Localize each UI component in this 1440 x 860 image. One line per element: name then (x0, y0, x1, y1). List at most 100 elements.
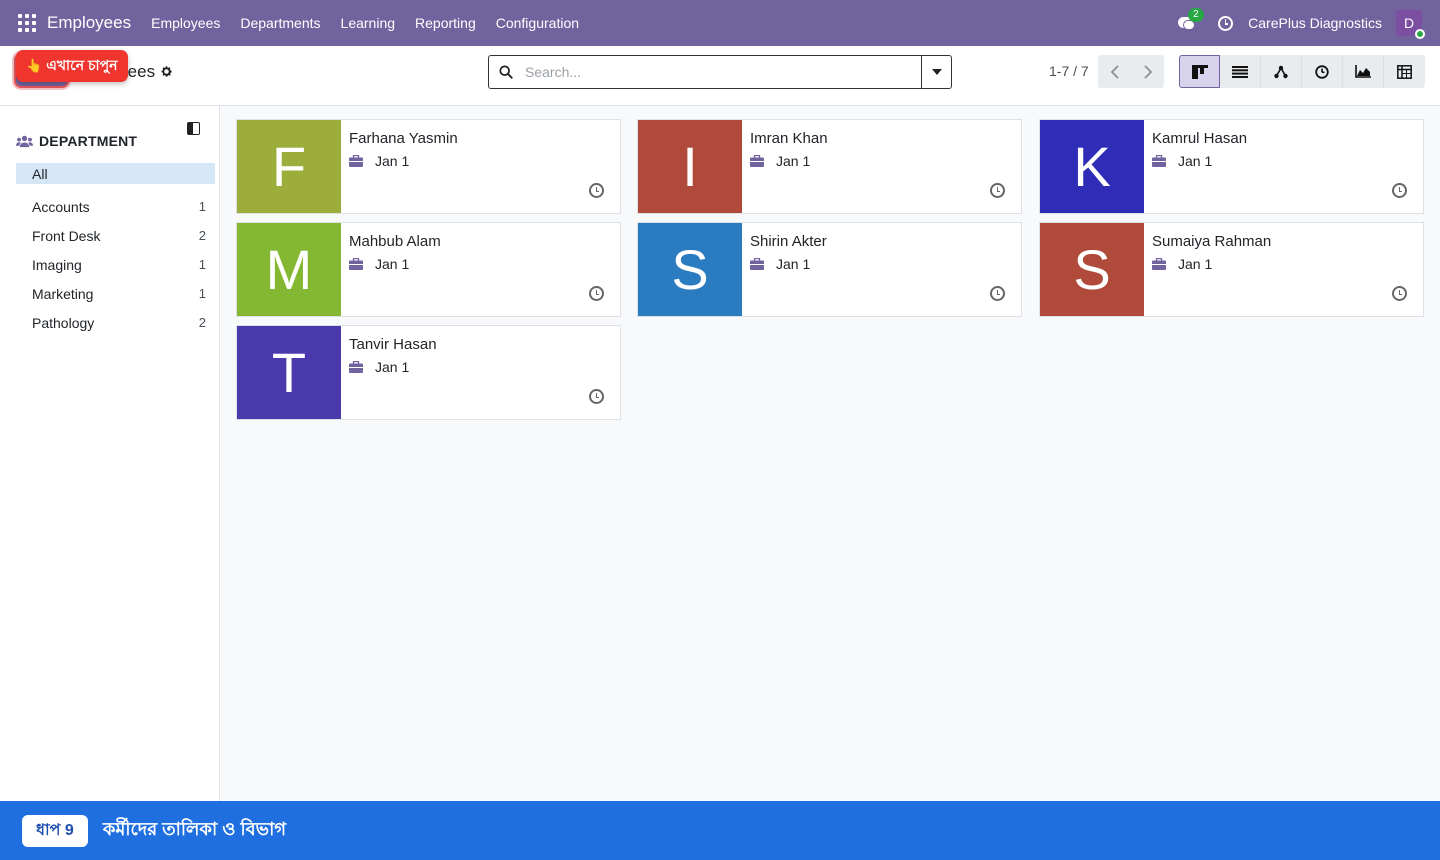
employee-card[interactable]: S Sumaiya Rahman Jan 1 (1039, 222, 1424, 317)
department-label: Accounts (32, 198, 90, 215)
department-count: 2 (198, 228, 206, 243)
search-input[interactable] (525, 57, 921, 87)
employee-card[interactable]: S Shirin Akter Jan 1 (637, 222, 1022, 317)
chevron-right-icon (1143, 64, 1152, 79)
department-header-label: DEPARTMENT (39, 133, 138, 149)
top-navbar: Employees Employees Departments Learning… (0, 0, 1440, 46)
activity-clock-icon[interactable] (589, 183, 604, 198)
activity-clock-icon[interactable] (589, 286, 604, 301)
employee-name: Kamrul Hasan (1152, 130, 1248, 147)
company-switcher[interactable]: CarePlus Diagnostics (1248, 15, 1382, 31)
department-item-imaging[interactable]: Imaging 1 (16, 250, 215, 279)
department-label: All (32, 165, 48, 182)
hierarchy-view-button[interactable] (1261, 55, 1302, 88)
department-header: DEPARTMENT (16, 133, 137, 149)
gear-icon[interactable] (160, 65, 173, 78)
menu-departments[interactable]: Departments (240, 15, 320, 31)
pivot-view-icon (1397, 64, 1412, 79)
search-box (488, 55, 952, 89)
pager-next-button[interactable] (1131, 55, 1164, 88)
kanban-view-button[interactable] (1179, 55, 1220, 88)
users-icon (16, 135, 33, 147)
employee-card[interactable]: I Imran Khan Jan 1 (637, 119, 1022, 214)
pointing-hand-icon: 👆 (26, 58, 43, 73)
activity-view-button[interactable] (1302, 55, 1343, 88)
briefcase-icon (1152, 155, 1166, 167)
menu-employees[interactable]: Employees (151, 15, 220, 31)
department-item-marketing[interactable]: Marketing 1 (16, 279, 215, 308)
department-item-front-desk[interactable]: Front Desk 2 (16, 221, 215, 250)
employee-card[interactable]: M Mahbub Alam Jan 1 (236, 222, 621, 317)
apps-grid-icon[interactable] (18, 14, 36, 32)
employee-card[interactable]: K Kamrul Hasan Jan 1 (1039, 119, 1424, 214)
caret-down-icon (931, 69, 942, 75)
control-panel: New Employees 1-7 / 7 (0, 46, 1440, 106)
activity-clock-icon[interactable] (990, 183, 1005, 198)
department-item-all[interactable]: All (16, 163, 215, 184)
activity-clock-icon[interactable] (990, 286, 1005, 301)
department-label: Marketing (32, 285, 94, 302)
menu-learning[interactable]: Learning (341, 15, 396, 31)
activity-clock-icon[interactable] (1218, 15, 1234, 31)
chat-icon[interactable]: 2 (1178, 8, 1204, 31)
employee-name: Sumaiya Rahman (1152, 233, 1272, 250)
employee-job: Jan 1 (375, 359, 410, 375)
sidebar-collapse-icon[interactable] (187, 122, 200, 135)
chat-count-badge: 2 (1188, 8, 1204, 22)
briefcase-icon (1152, 258, 1166, 270)
menu-configuration[interactable]: Configuration (496, 15, 579, 31)
step-description: কর্মীদের তালিকা ও বিভাগ (102, 819, 287, 839)
graph-view-button[interactable] (1343, 55, 1384, 88)
activity-clock-icon[interactable] (1392, 183, 1407, 198)
department-item-accounts[interactable]: Accounts 1 (16, 192, 215, 221)
department-count: 1 (198, 286, 206, 301)
employee-job: Jan 1 (1178, 256, 1213, 272)
employee-avatar: F (237, 120, 341, 213)
search-options-toggle[interactable] (921, 56, 951, 88)
list-view-icon (1232, 65, 1248, 78)
pager-previous-button[interactable] (1098, 55, 1131, 88)
department-item-pathology[interactable]: Pathology 2 (16, 308, 215, 337)
employee-name: Shirin Akter (750, 233, 827, 250)
employee-avatar: S (638, 223, 742, 316)
search-icon (499, 65, 513, 79)
employee-job: Jan 1 (776, 256, 811, 272)
employee-name: Imran Khan (750, 130, 828, 147)
activity-clock-icon[interactable] (1392, 286, 1407, 301)
briefcase-icon (349, 155, 363, 167)
department-list: All Accounts 1 Front Desk 2 Imaging 1 Ma… (16, 163, 215, 337)
graph-view-icon (1355, 65, 1371, 78)
employee-avatar: S (1040, 223, 1144, 316)
online-status-dot (1415, 29, 1425, 39)
employee-job: Jan 1 (375, 256, 410, 272)
employee-job: Jan 1 (375, 153, 410, 169)
department-count: 1 (198, 199, 206, 214)
employee-card[interactable]: T Tanvir Hasan Jan 1 (236, 325, 621, 420)
briefcase-icon (349, 258, 363, 270)
avatar-letter: D (1403, 15, 1415, 31)
employee-avatar: K (1040, 120, 1144, 213)
briefcase-icon (750, 155, 764, 167)
employee-kanban: F Farhana Yasmin Jan 1 I Imran Khan Jan … (220, 106, 1440, 801)
pager-value[interactable]: 1-7 / 7 (1049, 63, 1089, 79)
employee-job: Jan 1 (1178, 153, 1213, 169)
employee-avatar: T (237, 326, 341, 419)
briefcase-icon (349, 361, 363, 373)
click-here-hint: 👆 এখানে চাপুন (16, 50, 129, 82)
department-label: Front Desk (32, 227, 101, 244)
department-count: 2 (198, 315, 206, 330)
employee-card[interactable]: F Farhana Yasmin Jan 1 (236, 119, 621, 214)
user-avatar[interactable]: D (1396, 10, 1425, 39)
app-brand[interactable]: Employees (47, 13, 131, 33)
activity-view-icon (1315, 64, 1329, 79)
tutorial-step-bar: ধাপ 9 কর্মীদের তালিকা ও বিভাগ (0, 801, 1440, 860)
pivot-view-button[interactable] (1384, 55, 1425, 88)
list-view-button[interactable] (1220, 55, 1261, 88)
department-label: Pathology (32, 314, 95, 331)
employee-name: Farhana Yasmin (349, 130, 458, 147)
step-number-badge: ধাপ 9 (22, 814, 88, 847)
hierarchy-view-icon (1274, 65, 1288, 78)
kanban-view-icon (1191, 64, 1208, 79)
activity-clock-icon[interactable] (589, 389, 604, 404)
menu-reporting[interactable]: Reporting (415, 15, 476, 31)
